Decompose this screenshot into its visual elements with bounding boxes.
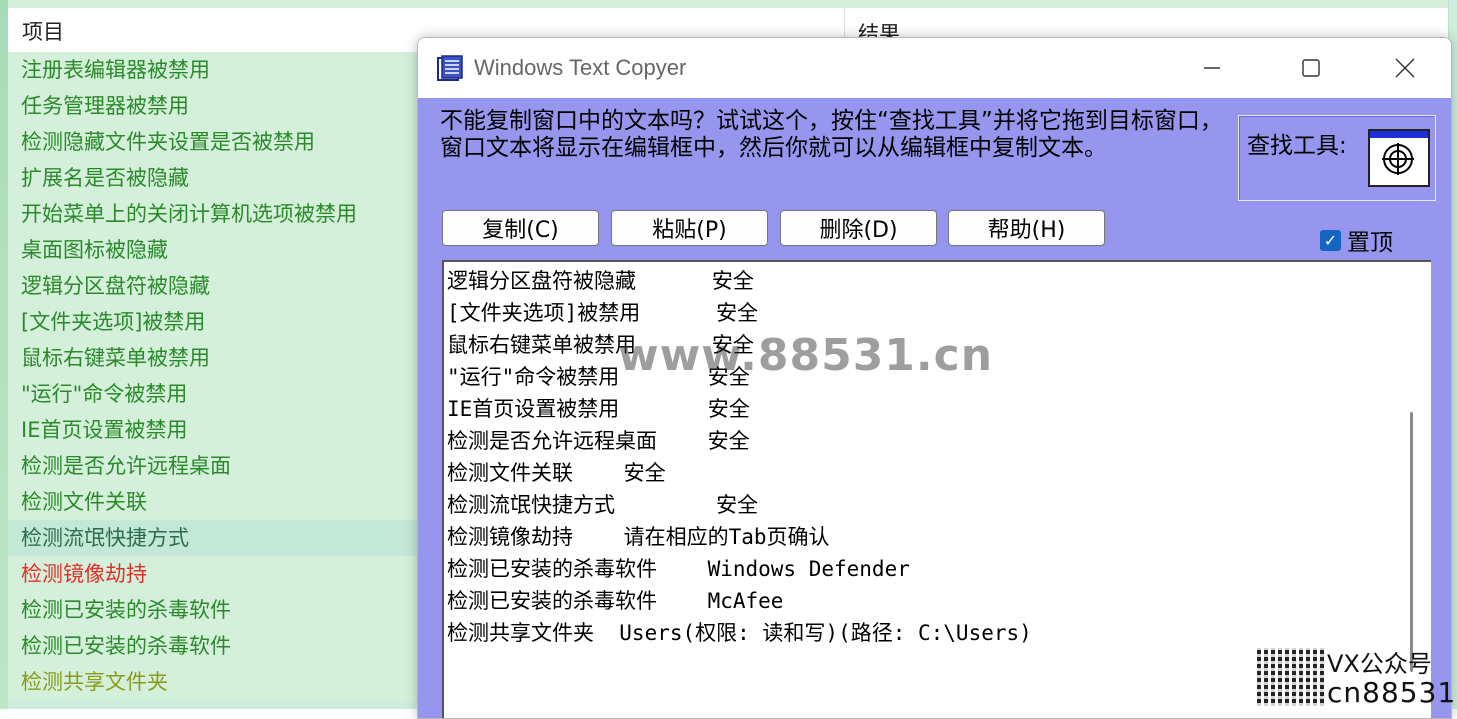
dialog-client-area: 不能复制窗口中的文本吗？试试这个，按住“查找工具”并将它拖到目标窗口，窗口文本将…	[418, 98, 1451, 718]
list-item[interactable]: 任务管理器被禁用	[8, 88, 418, 124]
checkbox-checked-icon[interactable]: ✓	[1320, 229, 1341, 251]
close-icon	[1395, 58, 1415, 78]
watermark-text: www.88531.cn	[618, 330, 994, 381]
window-title: Windows Text Copyer	[474, 55, 687, 80]
edit-text-content: 逻辑分区盘符被隐藏 安全 [文件夹选项]被禁用 安全 鼠标右键菜单被禁用 安全 "运行…	[447, 265, 1032, 649]
list-item[interactable]: [文件夹选项]被禁用	[8, 304, 418, 340]
help-button[interactable]: 帮助(H)	[948, 210, 1105, 246]
edit-text-line: 检测已安装的杀毒软件 McAfee	[447, 589, 784, 613]
list-item[interactable]: 桌面图标被隐藏	[8, 232, 418, 268]
vx-account: cn88531	[1327, 676, 1457, 709]
list-item[interactable]: 逻辑分区盘符被隐藏	[8, 268, 418, 304]
list-item[interactable]: 鼠标右键菜单被禁用	[8, 340, 418, 376]
list-item[interactable]: 检测文件关联	[8, 484, 418, 520]
edit-text-line: 检测共享文件夹 Users(权限: 读和写)(路径: C:\Users)	[447, 621, 1032, 645]
finder-tool-titlebar	[1370, 131, 1428, 138]
edit-text-line: 检测是否允许远程桌面 安全	[447, 429, 750, 453]
minimize-button[interactable]	[1166, 38, 1258, 98]
title-bar[interactable]: Windows Text Copyer	[418, 38, 1451, 98]
finder-tool-target[interactable]	[1368, 129, 1430, 187]
list-item[interactable]: 检测已安装的杀毒软件	[8, 592, 418, 628]
delete-button[interactable]: 删除(D)	[780, 210, 937, 246]
list-item[interactable]: 检测共享文件夹	[8, 664, 418, 700]
finder-tool-group: 查找工具:	[1238, 115, 1436, 201]
list-item[interactable]: 检测镜像劫持	[8, 556, 418, 592]
vertical-scrollbar-thumb[interactable]	[1410, 412, 1413, 672]
list-item[interactable]: 注册表编辑器被禁用	[8, 52, 418, 88]
minimize-icon	[1204, 67, 1220, 69]
edit-text-line: 检测文件关联 安全	[447, 461, 666, 485]
list-item[interactable]: 开始菜单上的关闭计算机选项被禁用	[8, 196, 418, 232]
edit-text-line: IE首页设置被禁用 安全	[447, 397, 750, 421]
check-item-list: 注册表编辑器被禁用 任务管理器被禁用 检测隐藏文件夹设置是否被禁用 扩展名是否被隐藏开…	[8, 52, 418, 700]
list-item[interactable]: 检测流氓快捷方式	[8, 520, 418, 556]
topmost-label: 置顶	[1347, 230, 1393, 256]
copy-button[interactable]: 复制(C)	[442, 210, 599, 246]
instruction-text: 不能复制窗口中的文本吗？试试这个，按住“查找工具”并将它拖到目标窗口，窗口文本将…	[440, 108, 1223, 161]
qr-code-image	[1257, 648, 1325, 706]
paste-button[interactable]: 粘贴(P)	[611, 210, 768, 246]
list-item[interactable]: 检测已安装的杀毒软件	[8, 628, 418, 664]
list-item[interactable]: 扩展名是否被隐藏	[8, 160, 418, 196]
maximize-button[interactable]	[1265, 38, 1357, 98]
list-item[interactable]: IE首页设置被禁用	[8, 412, 418, 448]
list-item[interactable]: "运行"命令被禁用	[8, 376, 418, 412]
list-item[interactable]: 检测是否允许远程桌面	[8, 448, 418, 484]
edit-text-line: [文件夹选项]被禁用 安全	[447, 301, 759, 325]
vx-label: VX公众号	[1327, 650, 1432, 678]
app-icon	[437, 55, 463, 81]
list-item[interactable]: 检测隐藏文件夹设置是否被禁用	[8, 124, 418, 160]
edit-text-line: 检测流氓快捷方式 安全	[447, 493, 759, 517]
topmost-checkbox[interactable]: ✓ 置顶	[1320, 223, 1393, 257]
edit-text-line: 检测镜像劫持 请在相应的Tab页确认	[447, 525, 830, 549]
edit-text-line: 检测已安装的杀毒软件 Windows Defender	[447, 557, 910, 581]
crosshair-icon	[1382, 143, 1414, 175]
maximize-icon	[1302, 59, 1320, 77]
column-header-item[interactable]: 项目	[22, 16, 64, 46]
edit-text-line: 逻辑分区盘符被隐藏 安全	[447, 269, 754, 293]
close-button[interactable]	[1359, 38, 1451, 98]
background-left-edge	[0, 0, 8, 709]
finder-tool-label: 查找工具:	[1247, 133, 1347, 159]
